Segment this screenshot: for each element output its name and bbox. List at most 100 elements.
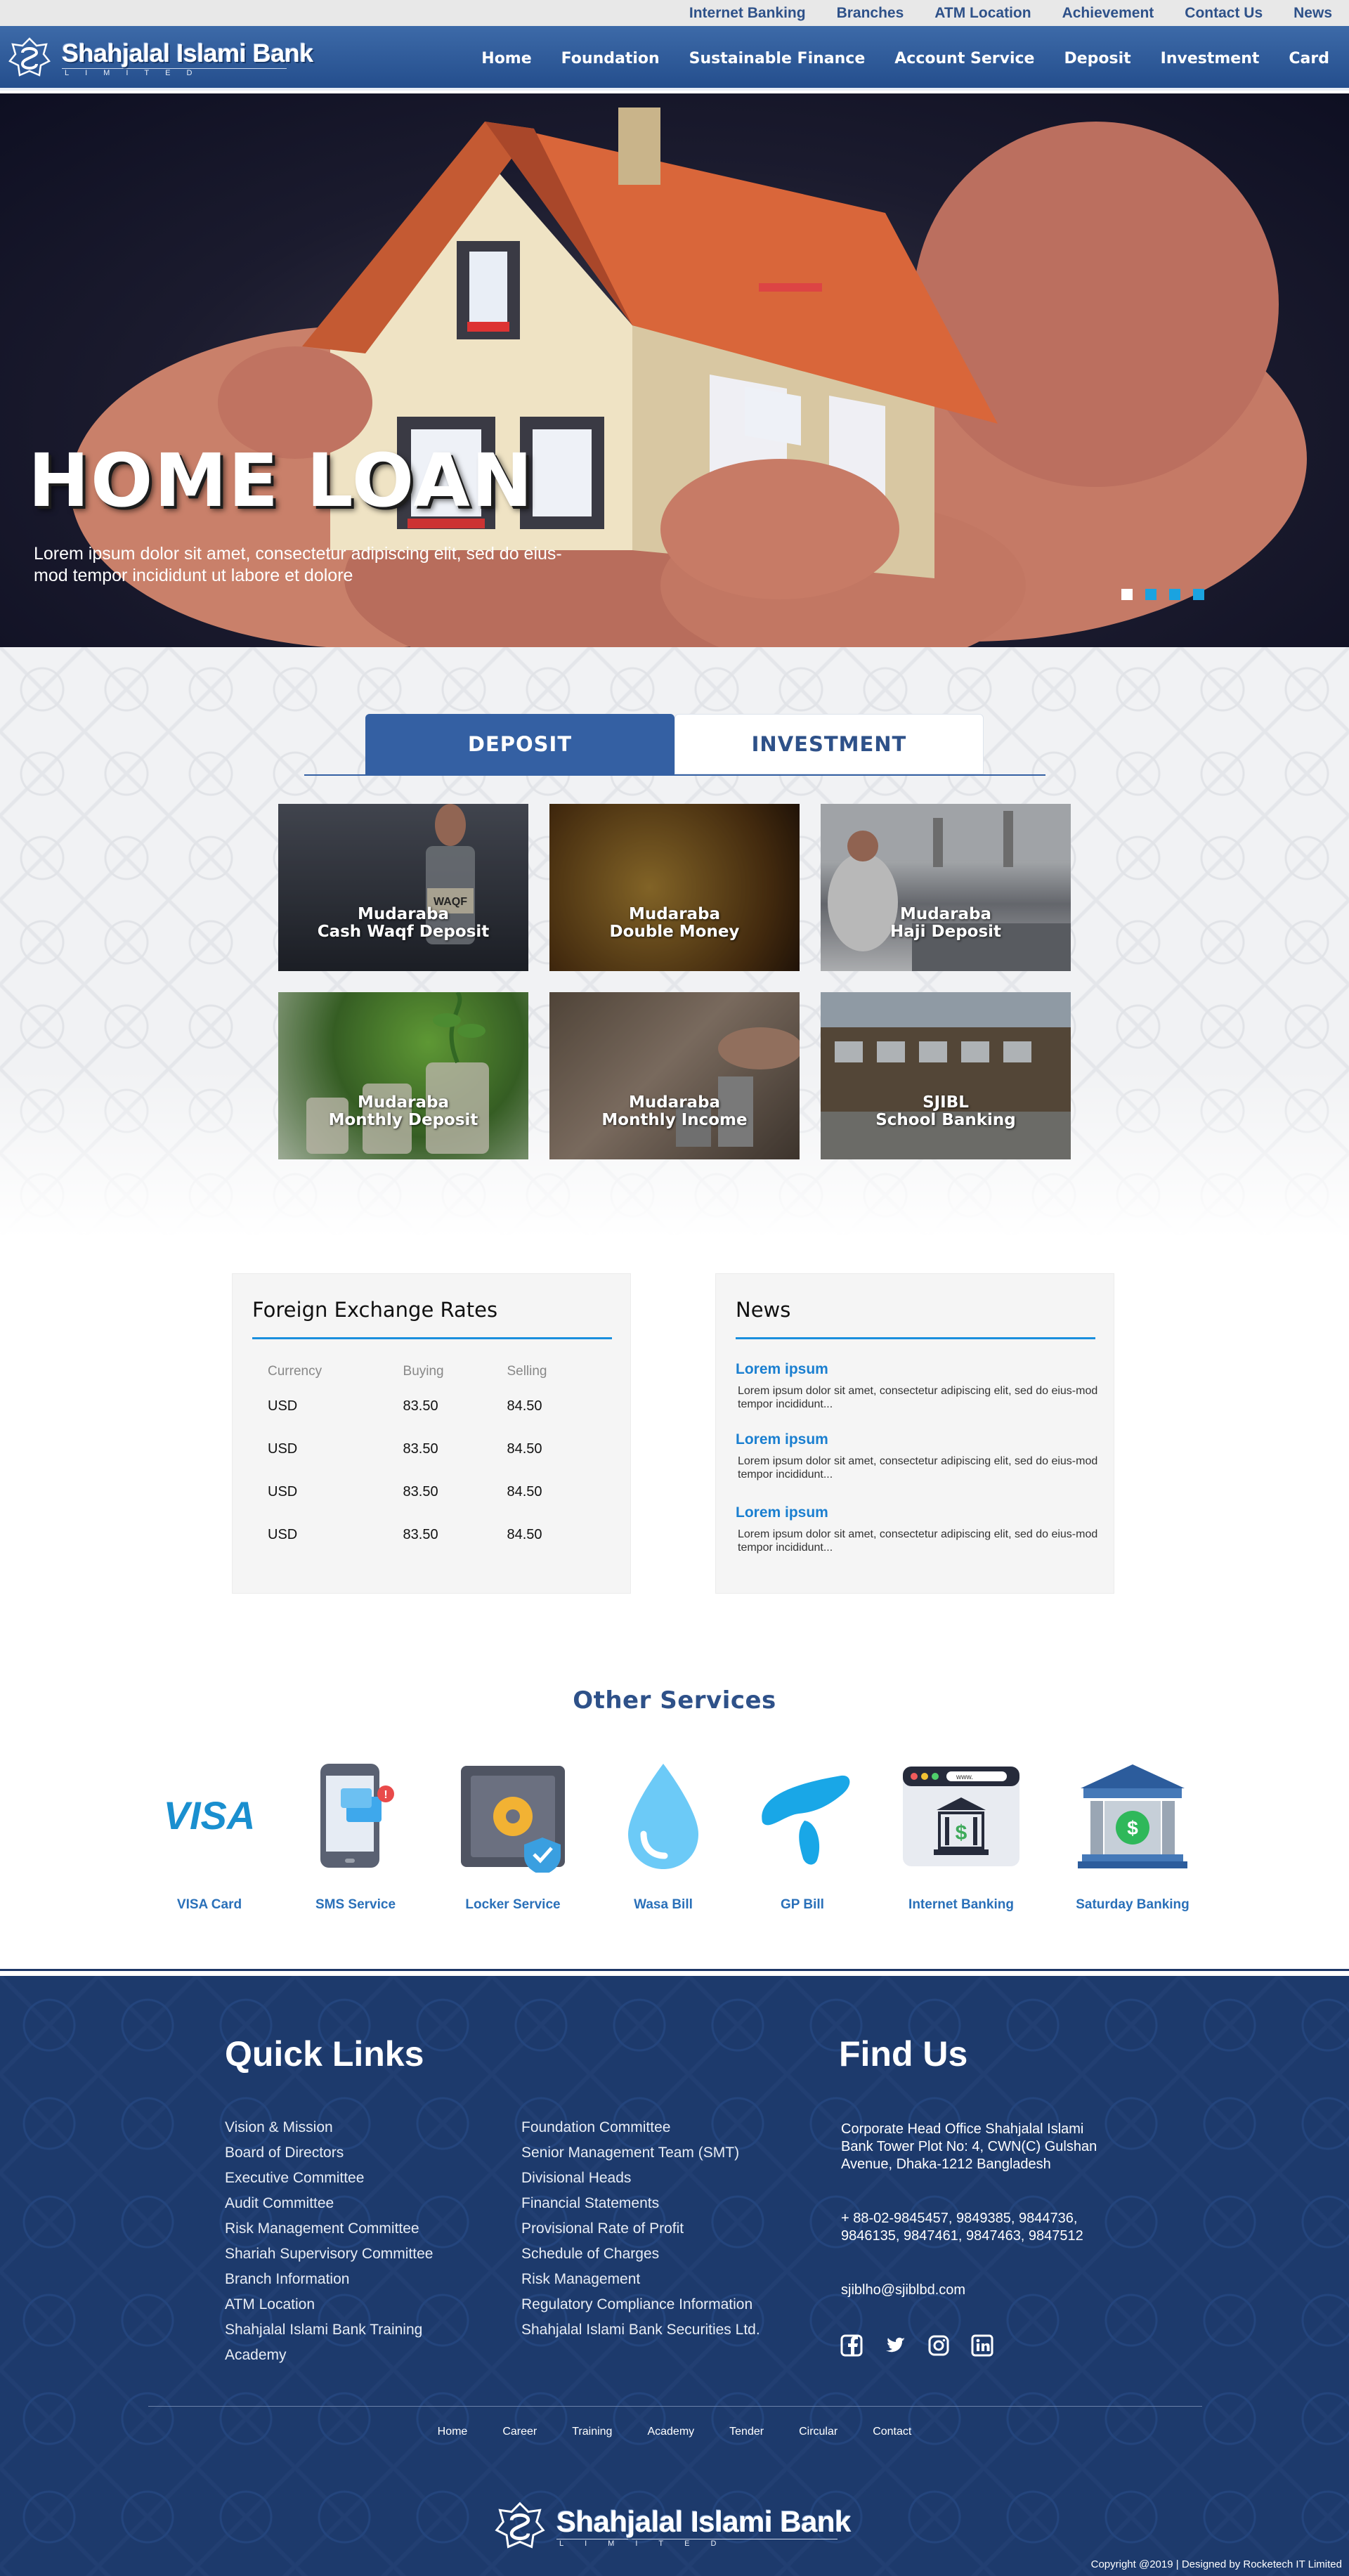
util-link-branches[interactable]: Branches: [837, 5, 904, 21]
util-link-achievement[interactable]: Achievement: [1062, 5, 1154, 21]
footer-link[interactable]: Branch Information: [225, 2267, 433, 2292]
col-buying: Buying: [403, 1364, 444, 1379]
panel-rule: [736, 1337, 1095, 1339]
svg-text:$: $: [956, 1821, 967, 1845]
footer-link[interactable]: Foundation Committee: [521, 2115, 760, 2140]
service-saturday-banking[interactable]: $ Saturday Banking: [1062, 1757, 1203, 1913]
util-link-atm-location[interactable]: ATM Location: [934, 5, 1031, 21]
footer-link[interactable]: Provisional Rate of Profit: [521, 2216, 760, 2242]
nav-account-service[interactable]: Account Service: [894, 50, 1034, 67]
util-link-news[interactable]: News: [1293, 5, 1332, 21]
footer-link[interactable]: Schedule of Charges: [521, 2242, 760, 2267]
footer-link[interactable]: Executive Committee: [225, 2166, 433, 2191]
nav-card[interactable]: Card: [1289, 50, 1329, 67]
util-link-internet-banking[interactable]: Internet Banking: [689, 5, 806, 21]
news-item-title[interactable]: Lorem ipsum: [736, 1504, 1101, 1521]
footer-nav-academy[interactable]: Academy: [647, 2426, 694, 2438]
email-link[interactable]: sjiblho@sjiblbd.com: [841, 2282, 1115, 2299]
footer-link[interactable]: Vision & Mission: [225, 2115, 433, 2140]
footer-link[interactable]: Shahjalal Islami Bank Securities Ltd.: [521, 2317, 760, 2343]
exchange-rates-table: Currency Buying Selling USD 83.50 84.50 US…: [268, 1358, 605, 1556]
linkedin-icon[interactable]: [971, 2334, 993, 2357]
card-school-banking[interactable]: SJIBL School Banking: [821, 992, 1071, 1159]
card-haji-deposit[interactable]: Mudaraba Haji Deposit: [821, 804, 1071, 971]
table-row: USD 83.50 84.50: [268, 1484, 542, 1500]
tab-deposit[interactable]: DEPOSIT: [365, 714, 674, 774]
footer-link[interactable]: Shahjalal Islami Bank Training: [225, 2317, 433, 2343]
footer-link[interactable]: Risk Management: [521, 2267, 760, 2292]
news-item[interactable]: Lorem ipsum Lorem ipsum dolor sit amet, …: [736, 1504, 1101, 1554]
svg-text:www.: www.: [956, 1774, 973, 1781]
service-locker[interactable]: Locker Service: [443, 1757, 583, 1913]
phone-sms-icon: !: [285, 1757, 426, 1876]
card-label: Mudaraba Monthly Deposit: [328, 1093, 478, 1129]
news-item[interactable]: Lorem ipsum Lorem ipsum dolor sit amet, …: [736, 1361, 1101, 1411]
footer-logo[interactable]: Shahjalal Islami Bank LIMITED: [493, 2496, 852, 2558]
footer-logo-wordmark: Shahjalal Islami Bank LIMITED: [556, 2504, 852, 2548]
footer-link[interactable]: ATM Location: [225, 2292, 433, 2317]
bank-logo[interactable]: Shahjalal Islami Bank LIMITED: [7, 32, 313, 85]
service-label: GP Bill: [781, 1897, 824, 1912]
news-title: News: [736, 1298, 791, 1322]
card-cash-waqf-deposit[interactable]: WAQF Mudaraba Cash Waqf Deposit: [278, 804, 528, 971]
footer-nav-career[interactable]: Career: [502, 2426, 537, 2438]
news-item-title[interactable]: Lorem ipsum: [736, 1361, 1101, 1378]
footer-nav-tender[interactable]: Tender: [729, 2426, 764, 2438]
tab-investment[interactable]: INVESTMENT: [674, 714, 984, 774]
service-label: Internet Banking: [908, 1897, 1014, 1912]
bank-building-icon: $: [1062, 1757, 1203, 1876]
main-header: Shahjalal Islami Bank LIMITED Home Found…: [0, 26, 1349, 91]
footer-link[interactable]: Shariah Supervisory Committee: [225, 2242, 433, 2267]
twitter-icon[interactable]: [884, 2334, 906, 2357]
find-us-title: Find Us: [839, 2034, 968, 2074]
other-services-title: Other Services: [573, 1686, 776, 1715]
nav-foundation[interactable]: Foundation: [561, 50, 660, 67]
tab-underline: [304, 774, 1045, 776]
footer-link[interactable]: Board of Directors: [225, 2140, 433, 2166]
card-monthly-deposit[interactable]: Mudaraba Monthly Deposit: [278, 992, 528, 1159]
news-item-title[interactable]: Lorem ipsum: [736, 1431, 1101, 1448]
hero-slider[interactable]: HOME LOAN Lorem ipsum dolor sit amet, co…: [0, 93, 1349, 647]
service-label: Locker Service: [465, 1897, 561, 1912]
bank-emblem-icon: [8, 37, 51, 77]
water-drop-icon: [593, 1757, 734, 1876]
footer-nav-home[interactable]: Home: [438, 2426, 468, 2438]
table-header-row: Currency Buying Selling: [268, 1358, 605, 1385]
slider-dot-2[interactable]: [1145, 589, 1156, 600]
card-double-money[interactable]: Mudaraba Double Money: [549, 804, 800, 971]
card-label: Mudaraba Cash Waqf Deposit: [317, 905, 490, 941]
facebook-icon[interactable]: [840, 2334, 863, 2357]
table-row: USD 83.50 84.50: [268, 1441, 542, 1457]
footer-link[interactable]: Divisional Heads: [521, 2166, 760, 2191]
slider-dot-3[interactable]: [1169, 589, 1180, 600]
nav-sustainable-finance[interactable]: Sustainable Finance: [689, 50, 866, 67]
product-cards: WAQF Mudaraba Cash Waqf Deposit Mudaraba D…: [278, 804, 1072, 1159]
service-sms[interactable]: ! SMS Service: [285, 1757, 426, 1913]
footer-nav-contact[interactable]: Contact: [873, 2426, 911, 2438]
nav-home[interactable]: Home: [481, 50, 531, 67]
footer-link[interactable]: Financial Statements: [521, 2191, 760, 2216]
bank-emblem-icon: [495, 2502, 545, 2549]
service-gp-bill[interactable]: GP Bill: [732, 1757, 873, 1913]
instagram-icon[interactable]: [927, 2334, 950, 2357]
footer-link[interactable]: Regulatory Compliance Information: [521, 2292, 760, 2317]
card-monthly-income[interactable]: Mudaraba Monthly Income: [549, 992, 800, 1159]
footer-nav-training[interactable]: Training: [572, 2426, 612, 2438]
footer-link[interactable]: Audit Committee: [225, 2191, 433, 2216]
footer-link[interactable]: Academy: [225, 2343, 433, 2368]
footer-link[interactable]: Risk Management Committee: [225, 2216, 433, 2242]
col-selling: Selling: [507, 1364, 547, 1379]
news-item-body: Lorem ipsum dolor sit amet, consectetur …: [738, 1528, 1098, 1554]
news-item[interactable]: Lorem ipsum Lorem ipsum dolor sit amet, …: [736, 1431, 1101, 1481]
footer-link[interactable]: Senior Management Team (SMT): [521, 2140, 760, 2166]
service-internet-banking[interactable]: www. $ Internet Banking: [891, 1757, 1031, 1913]
slider-dot-4[interactable]: [1193, 589, 1204, 600]
service-wasa-bill[interactable]: Wasa Bill: [593, 1757, 734, 1913]
util-link-contact-us[interactable]: Contact Us: [1185, 5, 1263, 21]
footer-nav-circular[interactable]: Circular: [799, 2426, 838, 2438]
service-visa-card[interactable]: VISA VISA Card: [139, 1757, 280, 1913]
slider-dot-1[interactable]: [1121, 589, 1133, 600]
nav-deposit[interactable]: Deposit: [1064, 50, 1130, 67]
nav-investment[interactable]: Investment: [1161, 50, 1260, 67]
phone-numbers: + 88-02-9845457, 9849385, 9844736, 98461…: [841, 2211, 1083, 2244]
